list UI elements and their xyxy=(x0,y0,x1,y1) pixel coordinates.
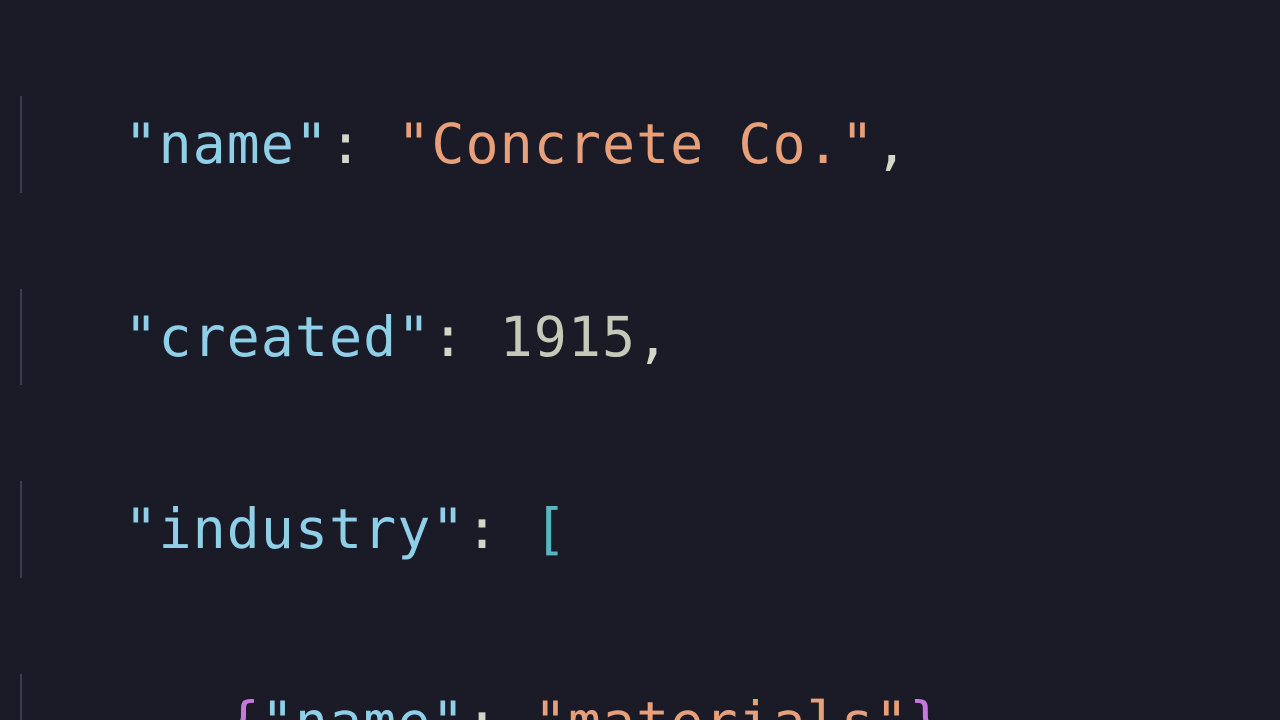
indent xyxy=(22,690,227,720)
json-number-value: 1915 xyxy=(500,305,636,369)
comma: , xyxy=(875,112,909,176)
comma: , xyxy=(943,690,977,720)
code-line: {"name": "materials"}, xyxy=(20,674,1260,720)
json-string-value: "materials" xyxy=(534,690,909,720)
indent xyxy=(22,112,124,176)
space xyxy=(363,112,397,176)
indent xyxy=(22,497,124,561)
colon: : xyxy=(466,690,500,720)
json-key-created: "created" xyxy=(124,305,431,369)
json-key-name: "name" xyxy=(124,112,329,176)
space xyxy=(500,497,534,561)
comma: , xyxy=(636,305,670,369)
brace-close-icon: } xyxy=(909,690,943,720)
code-line: "created": 1915, xyxy=(20,289,1260,385)
code-editor[interactable]: "name": "Concrete Co.", "created": 1915,… xyxy=(0,0,1280,720)
json-string-value: "Concrete Co." xyxy=(397,112,875,176)
brace-open-icon: { xyxy=(227,690,261,720)
indent xyxy=(22,305,124,369)
json-key-name: "name" xyxy=(261,690,466,720)
code-line: "name": "Concrete Co.", xyxy=(20,96,1260,192)
colon: : xyxy=(465,497,499,561)
colon: : xyxy=(329,112,363,176)
code-line: "industry": [ xyxy=(20,481,1260,577)
json-key-industry: "industry" xyxy=(124,497,465,561)
colon: : xyxy=(431,305,465,369)
space xyxy=(500,690,534,720)
space xyxy=(465,305,499,369)
bracket-open-icon: [ xyxy=(534,497,568,561)
